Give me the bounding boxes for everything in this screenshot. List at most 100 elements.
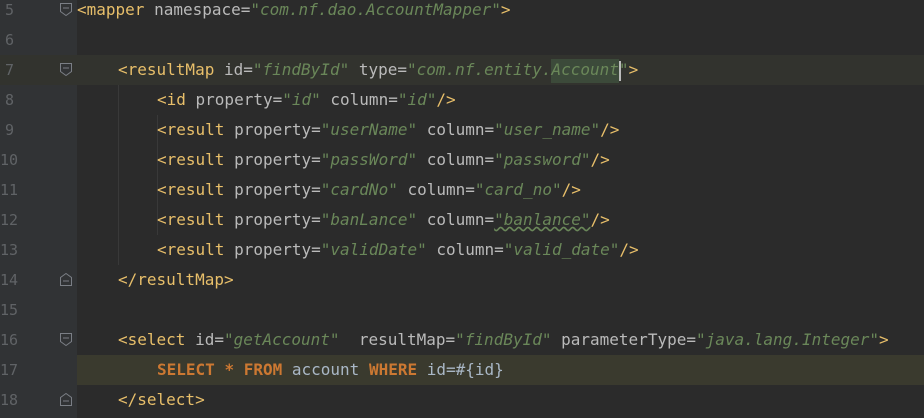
- code-token: <resultMap: [118, 60, 224, 79]
- line-number: 15: [0, 301, 19, 319]
- code-token: property=: [234, 180, 321, 199]
- code-editor[interactable]: 5 <mapper namespace="com.nf.dao.AccountMa…: [0, 0, 924, 418]
- code-token: />: [619, 240, 639, 259]
- code-token: property=: [234, 210, 321, 229]
- code-text: </resultMap>: [118, 265, 234, 295]
- code-token: >: [500, 0, 511, 19]
- text-caret: [618, 61, 621, 81]
- code-line[interactable]: 18 </select>: [0, 385, 924, 415]
- code-text: SELECT * FROM account WHERE id=#{id}: [157, 355, 504, 385]
- code-token: />: [600, 120, 620, 139]
- code-token: type=: [349, 60, 407, 79]
- code-token: "banLance": [320, 210, 418, 229]
- code-line[interactable]: 11 <result property="cardNo" column="card…: [0, 175, 924, 205]
- code-line[interactable]: 14 </resultMap>: [0, 265, 924, 295]
- code-token: "validDate": [320, 240, 427, 259]
- code-token: property=: [195, 90, 283, 109]
- line-number: 14: [0, 271, 19, 289]
- code-token: "password": [494, 150, 591, 169]
- line-number: 16: [0, 331, 19, 349]
- code-text: <result property="passWord" column="pass…: [157, 145, 610, 175]
- code-token: "com.nf.entity.Account": [407, 60, 629, 79]
- line-number: 11: [0, 181, 19, 199]
- code-text: </select>: [118, 385, 205, 415]
- code-token: parameterType=: [551, 330, 696, 349]
- code-line[interactable]: 10 <result property="passWord" column="pa…: [0, 145, 924, 175]
- fold-end-icon[interactable]: [60, 273, 72, 286]
- code-token: "userName": [320, 120, 418, 139]
- fold-collapse-icon[interactable]: [60, 63, 72, 76]
- code-token: column=: [397, 180, 475, 199]
- line-number: 10: [0, 151, 19, 169]
- code-token: id=#{id}: [426, 360, 504, 379]
- code-token: "com.nf.dao.AccountMapper": [250, 0, 501, 19]
- line-number: 5: [4, 1, 14, 19]
- code-token: namespace=: [154, 0, 251, 19]
- code-text: <select id="getAccount" resultMap="findB…: [118, 325, 889, 355]
- code-token: "id": [282, 90, 321, 109]
- code-token: >: [879, 330, 889, 349]
- code-line[interactable]: 16 <select id="getAccount" resultMap="fin…: [0, 325, 924, 355]
- code-token: <id: [157, 90, 196, 109]
- code-line[interactable]: 15: [0, 295, 924, 325]
- code-token: <result: [157, 150, 235, 169]
- code-token: *: [224, 360, 244, 379]
- code-line[interactable]: 13 <result property="validDate" column="v…: [0, 235, 924, 265]
- code-text: <result property="validDate" column="val…: [157, 235, 639, 265]
- code-token: "java.lang.Integer": [695, 330, 880, 349]
- line-number: 18: [0, 391, 19, 409]
- line-number: 9: [4, 121, 14, 139]
- line-number: 13: [0, 241, 19, 259]
- line-number: 7: [4, 61, 14, 79]
- code-token: >: [628, 60, 639, 79]
- code-token: column=: [320, 90, 398, 109]
- code-token: column=: [417, 120, 495, 139]
- code-token: />: [561, 180, 581, 199]
- code-token: />: [590, 210, 610, 229]
- code-token: "valid_date": [503, 240, 620, 259]
- code-text: <result property="userName" column="user…: [157, 115, 619, 145]
- code-token: id=: [195, 330, 224, 349]
- code-token: <mapper: [77, 0, 155, 19]
- fold-collapse-icon[interactable]: [60, 333, 72, 346]
- code-text: <mapper namespace="com.nf.dao.AccountMap…: [77, 0, 510, 25]
- code-line[interactable]: 9 <result property="userName" column="use…: [0, 115, 924, 145]
- code-line[interactable]: 8 <id property="id" column="id"/>: [0, 85, 924, 115]
- code-token: <result: [157, 180, 235, 199]
- line-number: 6: [4, 31, 14, 49]
- code-line[interactable]: 17 SELECT * FROM account WHERE id=#{id}: [0, 355, 924, 385]
- code-text: <id property="id" column="id"/>: [157, 85, 456, 115]
- code-line[interactable]: 12 <result property="banLance" column="ba…: [0, 205, 924, 235]
- code-token: property=: [234, 120, 321, 139]
- code-token: id=: [223, 60, 253, 79]
- code-token: "banlance": [494, 210, 591, 229]
- line-number: 8: [4, 91, 14, 109]
- code-token: account: [291, 360, 369, 379]
- code-text: <result property="cardNo" column="card_n…: [157, 175, 581, 205]
- code-line[interactable]: 5 <mapper namespace="com.nf.dao.AccountMa…: [0, 0, 924, 25]
- code-text: <result property="banLance" column="banl…: [157, 205, 610, 235]
- code-token: </select>: [118, 390, 205, 409]
- code-token: />: [436, 90, 456, 109]
- fold-end-icon[interactable]: [60, 393, 72, 406]
- line-number: 17: [0, 361, 19, 379]
- code-token: </resultMap>: [118, 270, 234, 289]
- code-line[interactable]: 7 <resultMap id="findById" type="com.nf.e…: [0, 55, 924, 85]
- code-token: "getAccount": [223, 330, 340, 349]
- code-token: FROM: [243, 360, 292, 379]
- code-token: property=: [234, 240, 321, 259]
- code-token: "cardNo": [320, 180, 398, 199]
- code-token: SELECT: [157, 360, 225, 379]
- code-token: property=: [234, 150, 321, 169]
- code-token: <select: [118, 330, 196, 349]
- fold-collapse-icon[interactable]: [60, 3, 72, 16]
- code-token: <result: [157, 240, 235, 259]
- code-token: <result: [157, 210, 235, 229]
- code-token: resultMap=: [339, 330, 456, 349]
- code-token: "card_no": [474, 180, 562, 199]
- code-token: />: [590, 150, 610, 169]
- code-token: <result: [157, 120, 235, 139]
- code-token: "passWord": [320, 150, 418, 169]
- code-token: column=: [417, 210, 495, 229]
- code-line[interactable]: 6: [0, 25, 924, 55]
